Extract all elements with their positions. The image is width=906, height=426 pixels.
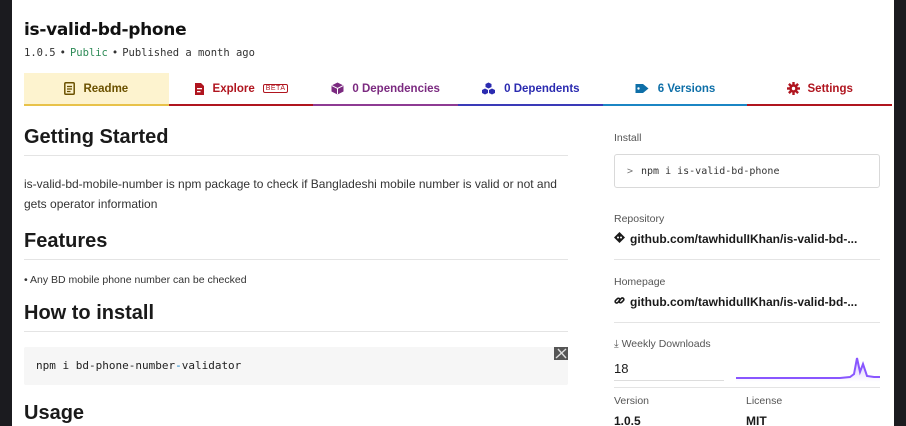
code-text: npm i bd-phone-number-validator (36, 359, 241, 372)
license-value: MIT (746, 414, 767, 426)
install-label: Install (614, 132, 642, 144)
repository-link-text[interactable]: github.com/tawhidulIKhan/is-valid-bd-... (630, 232, 857, 246)
box-icon (331, 82, 344, 95)
sidebar-divider (614, 259, 880, 260)
prompt-icon: > (627, 166, 634, 177)
tab-settings[interactable]: Settings (747, 73, 893, 106)
sidebar-divider (614, 322, 880, 323)
git-icon (613, 231, 626, 246)
tab-readme[interactable]: Readme (24, 73, 169, 106)
homepage-link[interactable]: github.com/tawhidulIKhan/is-valid-bd-... (614, 295, 857, 309)
homepage-link-text[interactable]: github.com/tawhidulIKhan/is-valid-bd-... (630, 295, 857, 309)
install-heading: How to install (24, 302, 568, 332)
tab-dependencies[interactable]: 0 Dependencies (313, 73, 459, 106)
install-command-box[interactable]: > npm i is-valid-bd-phone (614, 154, 880, 188)
tab-dependents[interactable]: 0 Dependents (458, 73, 603, 106)
intro-paragraph: is-valid-bd-mobile-number is npm package… (24, 177, 557, 211)
version-value: 1.0.5 (614, 414, 641, 426)
cubes-icon (481, 82, 496, 95)
tab-readme-label: Readme (83, 82, 129, 95)
tag-icon (635, 83, 650, 94)
version-label: Version (614, 395, 650, 407)
package-version: 1.0.5 (24, 47, 56, 59)
weekly-downloads-label: ⤓ Weekly Downloads (614, 338, 711, 351)
tab-dependents-label: 0 Dependents (504, 82, 580, 95)
code-prefix: npm i bd-phone-number (36, 359, 176, 372)
explore-icon (194, 82, 205, 96)
code-block: npm i bd-phone-number-validator (24, 347, 568, 385)
readme-icon (64, 82, 76, 95)
getting-started-heading: Getting Started (24, 126, 568, 156)
downloads-sparkline (736, 357, 880, 382)
code-suffix: validator (181, 359, 242, 372)
tab-versions-label: 6 Versions (657, 82, 716, 95)
package-tabs: Readme Explore BETA 0 Dependencies 0 Dep… (24, 73, 893, 106)
tab-settings-label: Settings (807, 82, 853, 95)
tab-explore[interactable]: Explore BETA (168, 73, 314, 106)
package-page: is-valid-bd-phone 1.0.5 • Public • Published… (12, 0, 894, 426)
tab-versions[interactable]: 6 Versions (602, 73, 748, 106)
repository-label: Repository (614, 213, 665, 225)
link-icon (614, 295, 625, 309)
weekly-downloads-label-text: Weekly Downloads (621, 338, 711, 350)
homepage-label: Homepage (614, 276, 666, 288)
usage-heading: Usage (24, 402, 85, 424)
copy-code-icon[interactable] (554, 347, 568, 360)
download-icon: ⤓ (614, 338, 619, 350)
feature-list-item: • Any BD mobile phone number can be chec… (24, 274, 247, 286)
feature-item-text: Any BD mobile phone number can be checke… (30, 274, 247, 286)
package-title: is-valid-bd-phone (24, 20, 187, 40)
tab-dependencies-label: 0 Dependencies (352, 82, 440, 95)
features-heading: Features (24, 230, 568, 260)
install-command[interactable]: npm i is-valid-bd-phone (641, 166, 779, 177)
package-visibility: Public (69, 47, 108, 59)
package-meta: 1.0.5 • Public • Published a month ago (24, 47, 255, 59)
beta-badge: BETA (262, 84, 289, 93)
gear-icon (786, 82, 800, 95)
sidebar-divider (614, 387, 880, 388)
license-label: License (746, 395, 783, 407)
package-published: Published a month ago (122, 47, 255, 59)
downloads-baseline (614, 380, 724, 381)
code-highlight: - (175, 359, 182, 372)
weekly-downloads-value: 18 (614, 361, 629, 376)
tab-explore-label: Explore (212, 82, 255, 95)
repository-link[interactable]: github.com/tawhidulIKhan/is-valid-bd-... (613, 231, 857, 246)
